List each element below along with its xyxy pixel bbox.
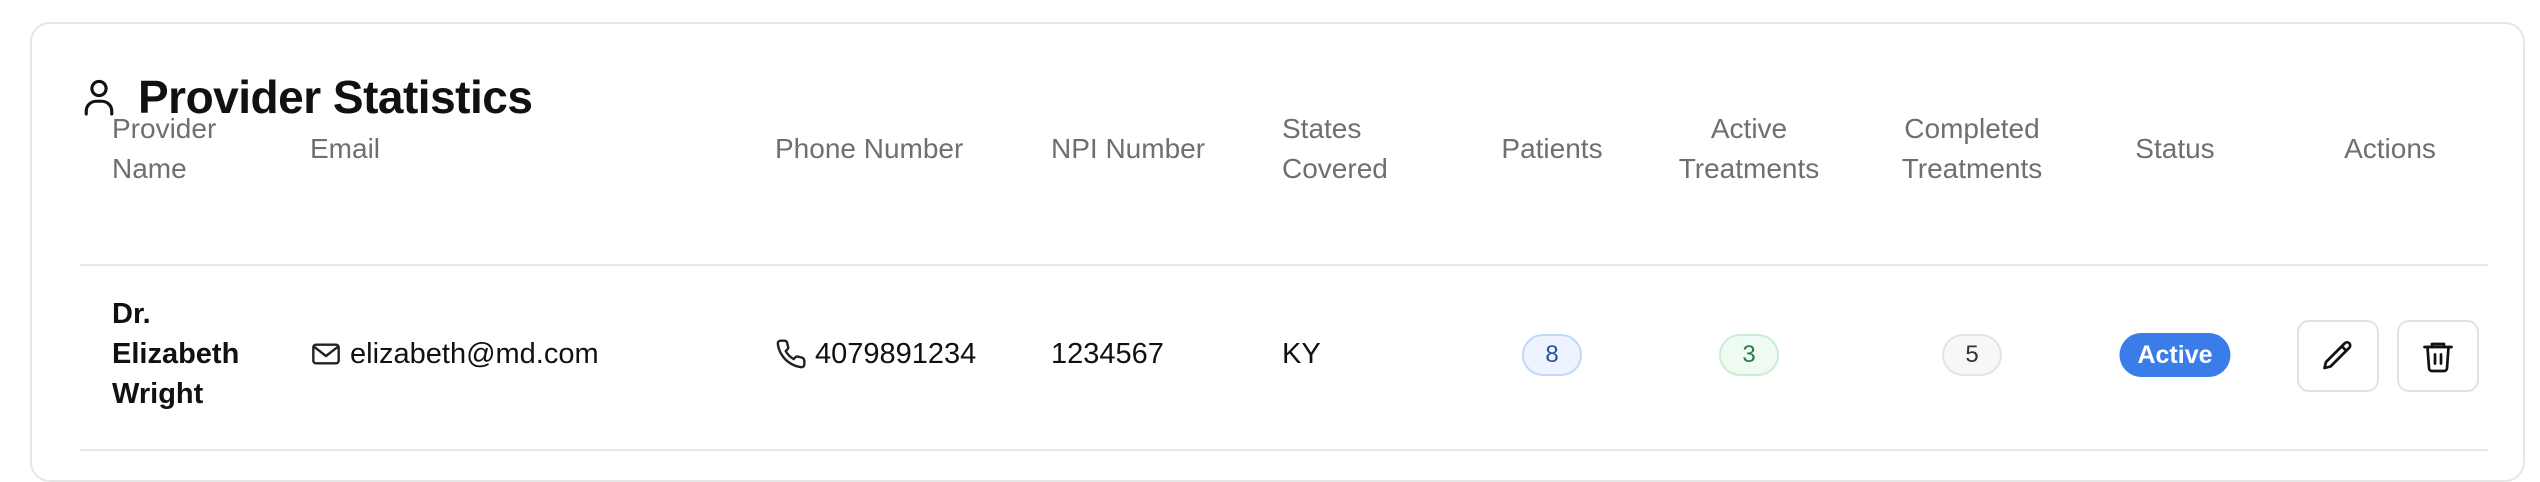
header-provider-name: Provider Name bbox=[112, 109, 216, 189]
states-value: KY bbox=[1282, 338, 1321, 370]
active-treatments-badge: 3 bbox=[1719, 334, 1779, 376]
header-completed-line1: Completed bbox=[1904, 113, 2040, 144]
phone-cell: 4079891234 bbox=[775, 334, 976, 374]
row-divider bbox=[80, 449, 2488, 451]
header-provider-name-line2: Name bbox=[112, 153, 187, 184]
trash-icon bbox=[2423, 342, 2453, 373]
email-cell: elizabeth@md.com bbox=[310, 334, 599, 374]
completed-treatments-badge: 5 bbox=[1942, 334, 2002, 376]
mail-icon bbox=[312, 343, 340, 365]
status-badge: Active bbox=[2119, 333, 2231, 377]
edit-button[interactable] bbox=[2297, 320, 2379, 392]
provider-name-line2: Elizabeth bbox=[112, 338, 240, 370]
header-provider-name-line1: Provider bbox=[112, 113, 217, 144]
header-states-line1: States bbox=[1282, 113, 1362, 144]
header-divider bbox=[80, 264, 2488, 266]
header-npi: NPI Number bbox=[1051, 133, 1206, 164]
delete-button[interactable] bbox=[2397, 320, 2479, 392]
pencil-icon bbox=[2323, 340, 2352, 370]
header-active-line1: Active bbox=[1710, 113, 1788, 144]
header-states-line2: Covered bbox=[1282, 153, 1388, 184]
header-states: States Covered bbox=[1282, 109, 1388, 189]
user-icon bbox=[84, 79, 114, 116]
header-completed-treatments: Completed Treatments bbox=[1852, 109, 2092, 189]
provider-name: Dr. Elizabeth Wright bbox=[112, 294, 239, 414]
phone-value: 4079891234 bbox=[815, 338, 977, 370]
provider-name-line3: Wright bbox=[112, 378, 204, 410]
header-status: Status bbox=[2135, 133, 2215, 164]
npi-value: 1234567 bbox=[1051, 338, 1164, 370]
header-phone: Phone Number bbox=[775, 133, 964, 164]
header-patients: Patients bbox=[1501, 133, 1603, 164]
provider-statistics-card: Provider Statistics Provider Name Email … bbox=[30, 22, 2525, 482]
header-actions: Actions bbox=[2344, 133, 2436, 164]
header-active-treatments: Active Treatments bbox=[1629, 109, 1869, 189]
header-active-line2: Treatments bbox=[1678, 153, 1820, 184]
patients-badge: 8 bbox=[1522, 334, 1582, 376]
header-email: Email bbox=[310, 133, 381, 164]
header-completed-line2: Treatments bbox=[1901, 153, 2043, 184]
provider-name-line1: Dr. bbox=[112, 298, 151, 330]
email-value[interactable]: elizabeth@md.com bbox=[350, 334, 599, 374]
phone-icon bbox=[776, 339, 806, 369]
